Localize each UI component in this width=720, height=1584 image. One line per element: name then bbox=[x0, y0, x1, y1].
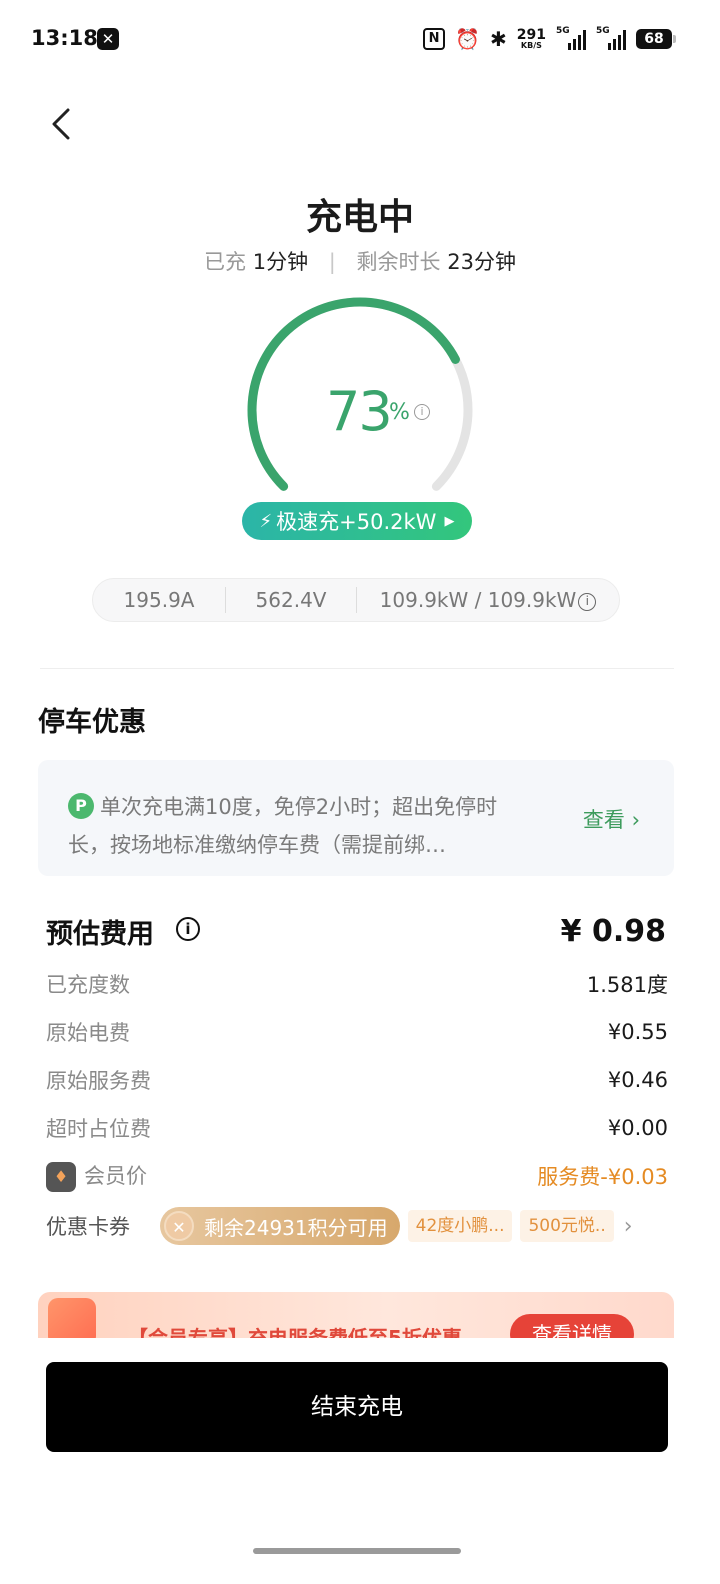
member-badge-icon: ♦ bbox=[46, 1162, 76, 1192]
charged-value: 1分钟 bbox=[252, 250, 309, 274]
status-bar: 13:18 ✕ N ⏰ ✱ 291 KB/S 5G 5G 68 bbox=[0, 0, 720, 80]
voltage-value: 562.4V bbox=[255, 588, 327, 612]
fee-row-energy: 已充度数 1.581度 bbox=[46, 973, 668, 997]
charging-metrics: 195.9A 562.4V 109.9kW / 109.9kW i bbox=[92, 578, 620, 622]
parking-section-title: 停车优惠 bbox=[38, 707, 146, 738]
info-icon[interactable]: i bbox=[176, 917, 200, 941]
member-promo-banner[interactable]: 【会员专享】充电服务费低至5折优惠 查看详情 bbox=[38, 1292, 674, 1338]
remaining-label: 剩余时长 bbox=[356, 250, 441, 274]
chevron-left-icon bbox=[52, 108, 70, 140]
play-arrow-icon: ▶ bbox=[444, 513, 455, 529]
separator: | bbox=[328, 250, 336, 274]
parking-description: 单次充电满10度，免停2小时；超出免停时长，按场地标准缴纳停车费（需提前绑… bbox=[68, 795, 498, 857]
charged-label: 已充 bbox=[204, 250, 247, 274]
end-charging-button[interactable]: 结束充电 bbox=[46, 1362, 668, 1452]
signal-icon-sim2: 5G bbox=[596, 26, 626, 50]
nfc-icon: N bbox=[423, 28, 446, 50]
chevron-right-icon[interactable]: › bbox=[624, 1214, 633, 1239]
points-pill[interactable]: ✕ 剩余24931积分可用 bbox=[160, 1207, 400, 1245]
promo-logo-icon bbox=[48, 1298, 96, 1338]
fast-charge-badge[interactable]: ⚡ 极速充+50.2kW ▶ bbox=[242, 502, 472, 540]
charging-time-info: 已充 1分钟 | 剩余时长 23分钟 bbox=[0, 246, 720, 276]
points-coin-icon: ✕ bbox=[164, 1211, 194, 1241]
coupon-chip[interactable]: 42度小鹏... bbox=[407, 1210, 513, 1242]
back-button[interactable] bbox=[44, 102, 84, 146]
section-divider bbox=[40, 668, 674, 669]
parking-icon: P bbox=[68, 793, 94, 819]
chevron-right-icon: › bbox=[631, 808, 640, 832]
promo-detail-button[interactable]: 查看详情 bbox=[510, 1314, 634, 1338]
fee-row-member: ♦ 会员价 服务费-¥0.03 bbox=[46, 1160, 668, 1192]
signal-icon-sim1: 5G bbox=[556, 26, 586, 50]
coupon-row: 优惠卡券 ✕ 剩余24931积分可用 42度小鹏... 500元悦.. › bbox=[46, 1206, 668, 1246]
lightning-icon: ⚡ bbox=[259, 510, 273, 532]
home-indicator[interactable] bbox=[253, 1548, 461, 1554]
status-icons: N ⏰ ✱ 291 KB/S 5G 5G 68 bbox=[423, 24, 676, 54]
points-text: 剩余24931积分可用 bbox=[204, 1215, 388, 1240]
battery-percent-value: 73 bbox=[326, 380, 393, 443]
fee-row-electricity: 原始电费 ¥0.55 bbox=[46, 1020, 668, 1045]
member-label: 会员价 bbox=[84, 1164, 147, 1188]
battery-percent-unit: % bbox=[389, 400, 410, 425]
app-notification-icon: ✕ bbox=[97, 28, 119, 50]
alarm-icon: ⏰ bbox=[455, 27, 480, 51]
promo-text: 【会员专享】充电服务费低至5折优惠 bbox=[128, 1326, 462, 1338]
power-metric: 109.9kW / 109.9kW i bbox=[357, 588, 619, 612]
info-icon[interactable]: i bbox=[414, 404, 430, 420]
battery-icon: 68 bbox=[636, 29, 676, 49]
status-time: 13:18 bbox=[31, 26, 98, 50]
power-value: 109.9kW / 109.9kW bbox=[379, 588, 577, 612]
parking-description-wrap: P 单次充电满10度，免停2小时；超出免停时长，按场地标准缴纳停车费（需提前绑… bbox=[68, 788, 523, 864]
info-icon[interactable]: i bbox=[578, 592, 597, 611]
fee-title: 预估费用 bbox=[46, 919, 154, 950]
coupon-label: 优惠卡券 bbox=[46, 1215, 130, 1239]
current-value: 195.9A bbox=[123, 588, 195, 612]
coupon-chip[interactable]: 500元悦.. bbox=[520, 1210, 614, 1242]
fee-row-overtime: 超时占位费 ¥0.00 bbox=[46, 1116, 668, 1141]
network-speed: 291 KB/S bbox=[516, 27, 546, 50]
remaining-value: 23分钟 bbox=[447, 250, 516, 274]
fee-total: ¥ 0.98 bbox=[560, 914, 666, 949]
parking-view-link[interactable]: 查看 › bbox=[583, 804, 640, 834]
page-title: 充电中 bbox=[305, 197, 414, 238]
parking-card[interactable]: P 单次充电满10度，免停2小时；超出免停时长，按场地标准缴纳停车费（需提前绑… … bbox=[38, 760, 674, 876]
bluetooth-icon: ✱ bbox=[490, 27, 507, 51]
fast-charge-label: 极速充+50.2kW bbox=[276, 510, 437, 534]
member-discount: 服务费-¥0.03 bbox=[537, 1165, 668, 1189]
fee-row-service: 原始服务费 ¥0.46 bbox=[46, 1068, 668, 1093]
